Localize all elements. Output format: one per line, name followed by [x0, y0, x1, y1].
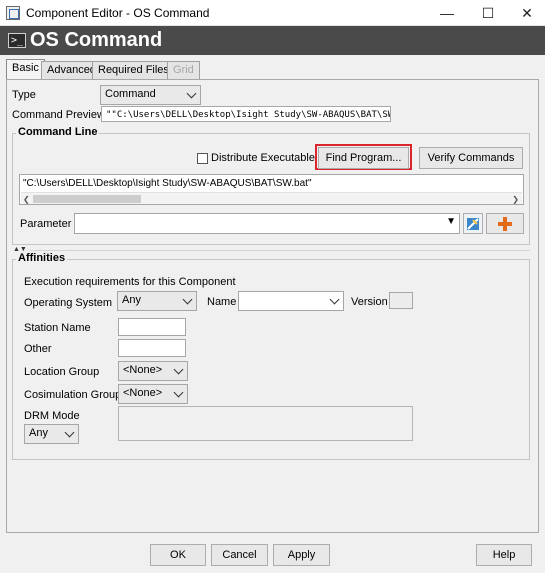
drm-mode-select[interactable]: Any: [24, 424, 79, 444]
chevron-down-icon: [188, 89, 196, 97]
scrollbar-thumb[interactable]: [33, 195, 141, 203]
find-program-button[interactable]: Find Program...: [318, 147, 409, 169]
chevron-down-icon: [175, 365, 183, 373]
command-text-field[interactable]: "C:\Users\DELL\Desktop\Isight Study\SW-A…: [19, 174, 524, 205]
app-icon: [6, 6, 20, 20]
splitter-line[interactable]: [30, 250, 530, 251]
command-line-title: Command Line: [16, 126, 100, 138]
type-label: Type: [12, 89, 36, 101]
tab-required-files[interactable]: Required Files: [92, 61, 175, 79]
drm-mode-label: DRM Mode: [24, 410, 80, 422]
drm-details-box: [118, 406, 413, 441]
help-button[interactable]: Help: [476, 544, 532, 566]
distribute-executable-checkbox[interactable]: [197, 153, 208, 164]
maximize-button[interactable]: ☐: [474, 2, 502, 24]
cosimulation-group-select[interactable]: <None>: [118, 384, 188, 404]
command-text: "C:\Users\DELL\Desktop\Isight Study\SW-A…: [23, 178, 312, 189]
version-label: Version: [351, 296, 388, 308]
requirements-text: Execution requirements for this Componen…: [24, 276, 236, 288]
minimize-button[interactable]: —: [433, 2, 461, 24]
verify-commands-button[interactable]: Verify Commands: [419, 147, 523, 169]
tab-grid: Grid: [167, 61, 200, 79]
command-preview-label: Command Preview: [12, 109, 105, 121]
scroll-right-icon[interactable]: ❯: [512, 195, 519, 204]
ok-button[interactable]: OK: [150, 544, 206, 566]
type-select[interactable]: Command: [100, 85, 201, 105]
plus-icon: [498, 217, 512, 231]
cancel-button[interactable]: Cancel: [211, 544, 268, 566]
other-input[interactable]: [118, 339, 186, 357]
close-button[interactable]: ✕: [513, 2, 541, 24]
chevron-down-icon: [66, 428, 74, 436]
tab-basic[interactable]: Basic: [6, 59, 45, 80]
other-label: Other: [24, 343, 52, 355]
name-select[interactable]: [238, 291, 344, 311]
add-parameter-button[interactable]: [486, 213, 524, 234]
page-title: OS Command: [30, 29, 163, 51]
chevron-down-icon: [175, 388, 183, 396]
parameter-label: Parameter: [20, 218, 72, 230]
terminal-icon: >_: [8, 33, 26, 48]
station-name-label: Station Name: [24, 322, 91, 334]
location-group-select[interactable]: <None>: [118, 361, 188, 381]
window-title: Component Editor - OS Command: [26, 6, 210, 20]
scroll-left-icon[interactable]: ❮: [23, 195, 30, 204]
apply-button[interactable]: Apply: [273, 544, 330, 566]
horizontal-scrollbar[interactable]: ❮ ❯: [21, 192, 522, 204]
chevron-down-icon: [331, 295, 339, 303]
cosimulation-group-label: Cosimulation Group: [24, 389, 122, 401]
version-field: [389, 292, 413, 309]
type-value: Command: [105, 88, 156, 100]
name-label: Name: [207, 296, 237, 308]
chevron-down-icon: [184, 295, 192, 303]
station-name-input[interactable]: [118, 318, 186, 336]
affinities-title: Affinities: [16, 252, 68, 264]
os-label: Operating System: [24, 297, 113, 309]
os-select[interactable]: Any: [117, 291, 197, 311]
edit-parameter-icon: [467, 218, 479, 230]
parameter-edit-button[interactable]: [463, 213, 483, 234]
dropdown-triangle-icon[interactable]: ▼: [446, 216, 456, 227]
parameter-input[interactable]: ▼: [74, 213, 460, 234]
distribute-executable-label: Distribute Executable: [211, 152, 315, 164]
command-preview-field: ""C:\Users\DELL\Desktop\Isight Study\SW-…: [101, 106, 391, 122]
location-group-label: Location Group: [24, 366, 100, 378]
